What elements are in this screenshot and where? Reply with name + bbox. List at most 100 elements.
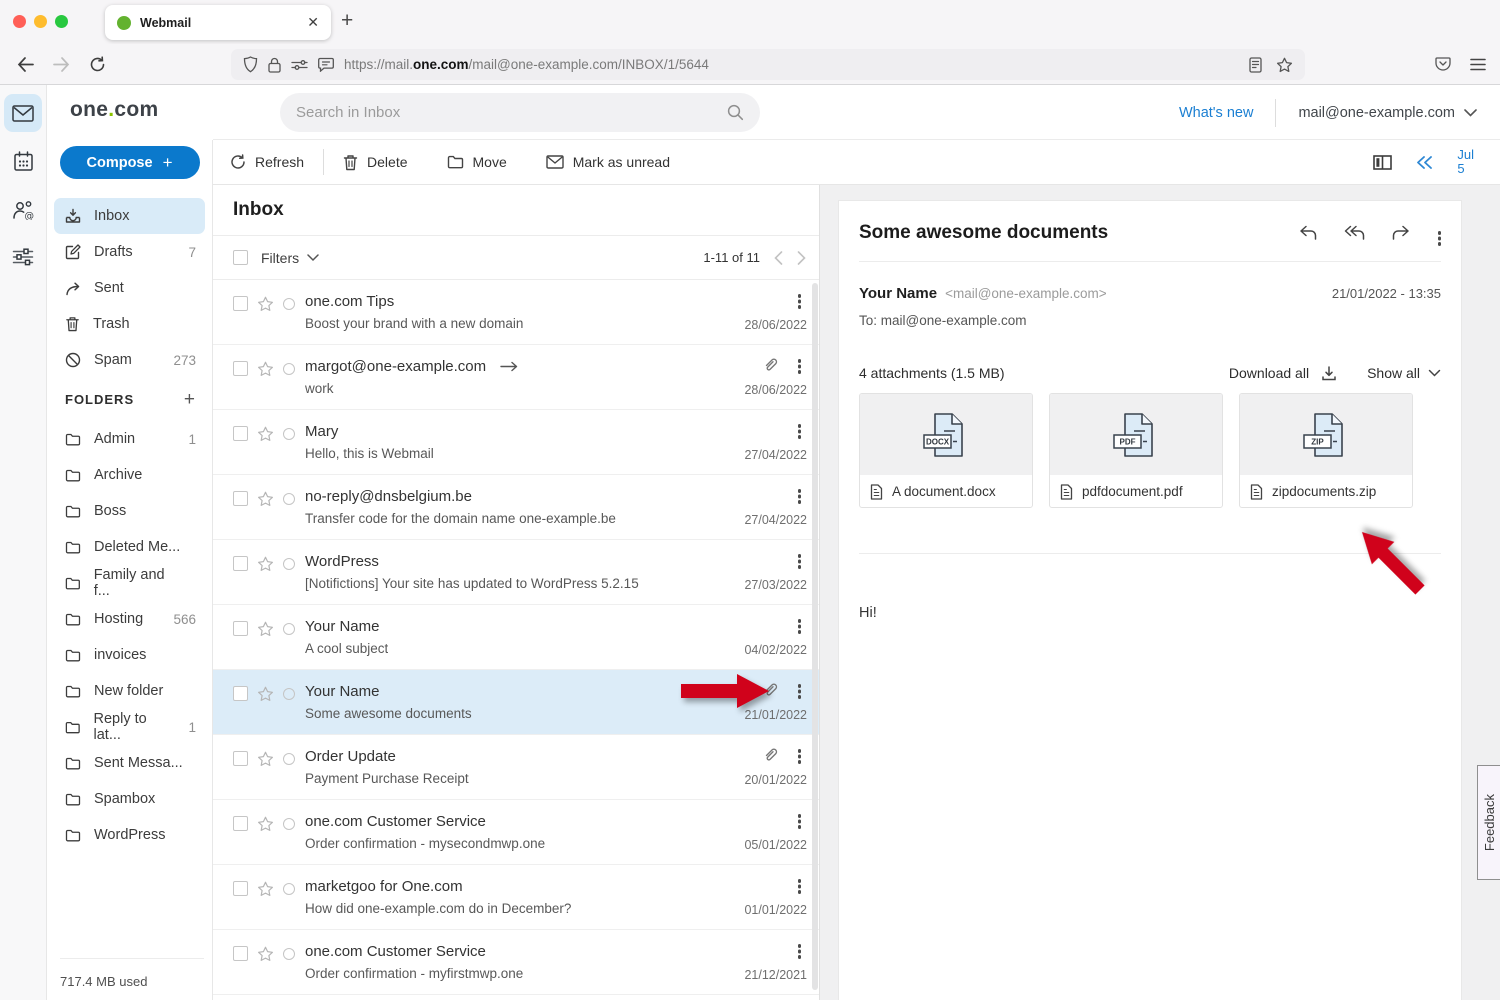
rail-contacts-button[interactable]: @ xyxy=(4,190,42,228)
email-list-item[interactable]: one.com Tips Boost your brand with a new… xyxy=(213,280,819,345)
star-icon[interactable] xyxy=(257,426,274,442)
url-text[interactable]: https://mail.one.com/mail@one-example.co… xyxy=(344,57,1239,72)
sidebar-folder-item[interactable]: Boss xyxy=(54,493,205,529)
sidebar-item-drafts[interactable]: Drafts 7 xyxy=(54,234,205,270)
sidebar-folder-item[interactable]: Family and f... xyxy=(54,565,205,601)
bookmark-star-icon[interactable] xyxy=(1276,57,1293,73)
forward-button[interactable] xyxy=(49,52,73,76)
email-list-item[interactable]: WordPress [Notifictions] Your site has u… xyxy=(213,540,819,605)
reload-button[interactable] xyxy=(85,52,109,76)
email-list-item[interactable]: no-reply@dnsbelgium.be Transfer code for… xyxy=(213,475,819,540)
read-status-toggle[interactable] xyxy=(283,948,295,960)
email-list-item[interactable]: Order Update Payment Purchase Receipt 20… xyxy=(213,735,819,800)
message-more-menu[interactable] xyxy=(1438,231,1442,235)
sidebar-item-spam[interactable]: Spam 273 xyxy=(54,342,205,378)
refresh-button[interactable]: Refresh xyxy=(230,154,304,170)
star-icon[interactable] xyxy=(257,946,274,962)
search-bar[interactable] xyxy=(280,93,760,132)
rail-calendar-button[interactable] xyxy=(4,142,42,180)
move-button[interactable]: Move xyxy=(447,154,507,170)
read-status-toggle[interactable] xyxy=(283,298,295,310)
email-list-item[interactable]: margot@one-example.com work 28/06/2022 xyxy=(213,345,819,410)
reading-pane-layout-icon[interactable] xyxy=(1373,155,1392,170)
sidebar-folder-item[interactable]: New folder xyxy=(54,673,205,709)
minimize-window-button[interactable] xyxy=(34,15,47,28)
browser-tab[interactable]: Webmail ✕ xyxy=(105,5,331,40)
read-status-toggle[interactable] xyxy=(283,428,295,440)
read-status-toggle[interactable] xyxy=(283,818,295,830)
zoom-window-button[interactable] xyxy=(55,15,68,28)
sidebar-folder-item[interactable]: Deleted Me... xyxy=(54,529,205,565)
email-more-menu[interactable] xyxy=(798,944,802,948)
one-com-logo[interactable]: one.com xyxy=(70,98,158,122)
star-icon[interactable] xyxy=(257,296,274,312)
sidebar-folder-item[interactable]: Hosting 566 xyxy=(54,601,205,637)
search-icon[interactable] xyxy=(727,104,744,121)
select-email-checkbox[interactable] xyxy=(233,946,248,961)
select-email-checkbox[interactable] xyxy=(233,686,248,701)
sidebar-item-trash[interactable]: Trash xyxy=(54,306,205,342)
read-status-toggle[interactable] xyxy=(283,753,295,765)
add-folder-button[interactable]: + xyxy=(184,389,196,411)
back-button[interactable] xyxy=(13,52,37,76)
sidebar-folder-item[interactable]: Admin 1 xyxy=(54,421,205,457)
delete-button[interactable]: Delete xyxy=(343,154,407,171)
email-more-menu[interactable] xyxy=(798,619,802,623)
email-list-item[interactable]: one.com Customer Service Order confirmat… xyxy=(213,930,819,995)
select-email-checkbox[interactable] xyxy=(233,751,248,766)
whats-new-link[interactable]: What's new xyxy=(1179,105,1254,121)
filters-button[interactable]: Filters xyxy=(261,250,299,266)
mark-unread-button[interactable]: Mark as unread xyxy=(546,154,670,170)
reply-icon[interactable] xyxy=(1298,225,1317,241)
rail-settings-button[interactable] xyxy=(4,238,42,276)
email-more-menu[interactable] xyxy=(798,359,802,363)
star-icon[interactable] xyxy=(257,686,274,702)
search-input[interactable] xyxy=(296,104,727,121)
read-status-toggle[interactable] xyxy=(283,883,295,895)
feedback-tab[interactable]: Feedback xyxy=(1477,765,1500,880)
chevron-down-icon[interactable] xyxy=(307,254,319,262)
attachment-card[interactable]: DOCX A document.docx xyxy=(859,393,1033,508)
permissions-icon[interactable] xyxy=(291,58,308,72)
sidebar-folder-item[interactable]: Sent Messa... xyxy=(54,745,205,781)
pocket-icon[interactable] xyxy=(1431,52,1455,76)
email-more-menu[interactable] xyxy=(798,554,802,558)
star-icon[interactable] xyxy=(257,816,274,832)
show-all-button[interactable]: Show all xyxy=(1367,365,1441,381)
select-email-checkbox[interactable] xyxy=(233,426,248,441)
sidebar-item-sent[interactable]: Sent xyxy=(54,270,205,306)
star-icon[interactable] xyxy=(257,751,274,767)
email-more-menu[interactable] xyxy=(798,814,802,818)
download-all-button[interactable]: Download all xyxy=(1229,365,1337,381)
list-scrollbar[interactable] xyxy=(812,283,818,990)
select-email-checkbox[interactable] xyxy=(233,621,248,636)
collapse-pane-icon[interactable] xyxy=(1416,156,1433,169)
read-status-toggle[interactable] xyxy=(283,688,295,700)
next-page-icon[interactable] xyxy=(797,251,806,265)
email-list-item[interactable]: Your Name A cool subject 04/02/2022 xyxy=(213,605,819,670)
select-email-checkbox[interactable] xyxy=(233,491,248,506)
email-more-menu[interactable] xyxy=(798,424,802,428)
email-more-menu[interactable] xyxy=(798,294,802,298)
attachment-card[interactable]: ZIP zipdocuments.zip xyxy=(1239,393,1413,508)
select-email-checkbox[interactable] xyxy=(233,296,248,311)
star-icon[interactable] xyxy=(257,621,274,637)
select-email-checkbox[interactable] xyxy=(233,556,248,571)
new-tab-button[interactable]: + xyxy=(341,9,353,33)
email-more-menu[interactable] xyxy=(798,879,802,883)
account-menu[interactable]: mail@one-example.com xyxy=(1298,105,1477,121)
read-status-toggle[interactable] xyxy=(283,493,295,505)
lock-icon[interactable] xyxy=(268,57,281,73)
shield-icon[interactable] xyxy=(243,56,258,73)
email-more-menu[interactable] xyxy=(798,684,802,688)
rail-mail-button[interactable] xyxy=(4,94,42,132)
read-status-toggle[interactable] xyxy=(283,558,295,570)
sidebar-item-inbox[interactable]: Inbox xyxy=(54,198,205,234)
reply-all-icon[interactable] xyxy=(1344,225,1365,241)
email-list-item[interactable]: one.com Customer Service Order confirmat… xyxy=(213,800,819,865)
forward-icon[interactable] xyxy=(1392,225,1411,241)
select-all-checkbox[interactable] xyxy=(233,250,248,265)
sidebar-folder-item[interactable]: Spambox xyxy=(54,781,205,817)
sidebar-folder-item[interactable]: invoices xyxy=(54,637,205,673)
notification-bubble-icon[interactable] xyxy=(318,57,334,72)
